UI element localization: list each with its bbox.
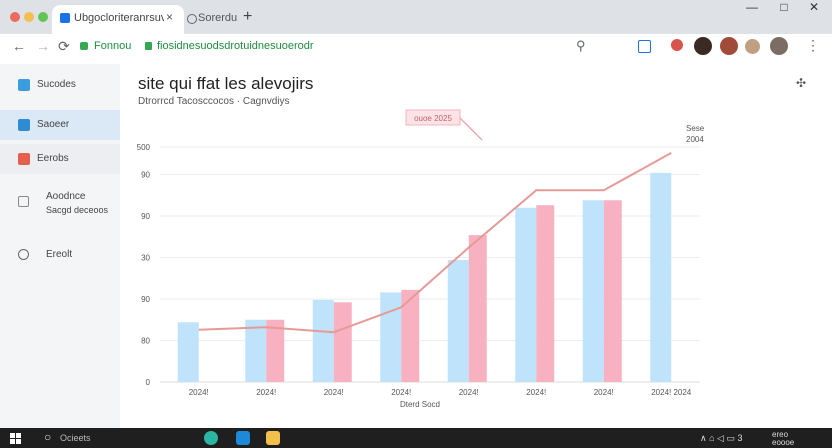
- bar-series-2: [603, 200, 622, 382]
- y-tick-label: 90: [141, 295, 150, 304]
- y-tick-label: 30: [141, 254, 150, 263]
- y-tick-label: 0: [146, 378, 151, 387]
- y-tick-label: 90: [141, 212, 150, 221]
- bar-series-1: [380, 292, 402, 382]
- bar-series-1: [312, 299, 334, 382]
- folder-icon[interactable]: [266, 431, 280, 445]
- bar-series-1: [650, 172, 672, 382]
- y-tick-label: 500: [137, 143, 151, 152]
- annotation-pointer: [459, 117, 483, 141]
- y-tick-label: 80: [141, 337, 150, 346]
- x-tick-label: 2024!: [594, 388, 614, 397]
- bar-series-1: [245, 319, 267, 382]
- x-tick-label: 2024!: [324, 388, 344, 397]
- store-icon[interactable]: [236, 431, 250, 445]
- bar-series-1: [582, 200, 604, 382]
- bar-series-2: [333, 302, 352, 382]
- clock-date: eoooe: [772, 438, 795, 447]
- search-icon[interactable]: ○: [44, 430, 51, 444]
- edge-icon[interactable]: [204, 431, 218, 445]
- bar-series-2: [536, 205, 555, 382]
- x-tick-label: 2024! 2024: [651, 388, 692, 397]
- x-tick-label: 2024!: [391, 388, 411, 397]
- x-tick-label: 2024!: [526, 388, 546, 397]
- side-label: 2004: [686, 135, 704, 144]
- bar-series-1: [177, 322, 199, 382]
- bar-series-1: [515, 207, 537, 382]
- x-axis-label: Dterd Socd: [400, 400, 440, 409]
- bar-series-2: [468, 235, 487, 382]
- x-tick-label: 2024!: [256, 388, 276, 397]
- bar-chart: 0 80 90 30 90 90 500 2024! 2024! 2024! 2024! 2024! 2…: [137, 109, 705, 409]
- system-tray[interactable]: ∧ ⌂ ◁ ▭ 3: [700, 433, 742, 444]
- annotation-label: ouoe 2025: [414, 114, 452, 123]
- taskbar: ○ Ocieets ∧ ⌂ ◁ ▭ 3 ereo eoooe: [0, 428, 832, 448]
- clock[interactable]: ereo eoooe: [772, 431, 794, 447]
- bar-series-1: [447, 259, 469, 382]
- x-tick-label: 2024!: [189, 388, 209, 397]
- windows-start-icon[interactable]: [10, 433, 21, 444]
- side-label: Sese: [686, 124, 705, 133]
- y-tick-label: 90: [141, 171, 150, 180]
- taskbar-search[interactable]: Ocieets: [60, 433, 91, 443]
- x-tick-label: 2024!: [459, 388, 479, 397]
